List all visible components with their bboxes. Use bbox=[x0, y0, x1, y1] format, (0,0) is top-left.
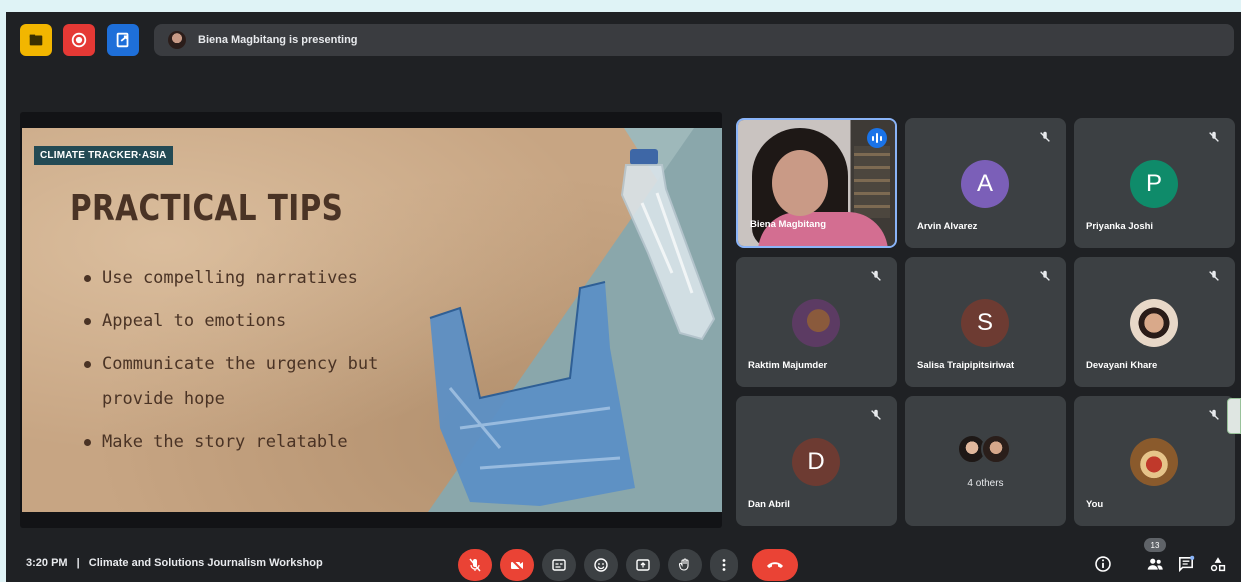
share-screen-icon bbox=[116, 32, 129, 48]
participant-tile-raktim[interactable]: Raktim Majumder bbox=[736, 257, 897, 387]
meeting-info: 3:20 PM | Climate and Solutions Journali… bbox=[26, 557, 323, 569]
activities-tools-button[interactable] bbox=[1206, 552, 1230, 576]
presenter-avatar bbox=[168, 31, 186, 49]
microphone-toggle-button[interactable] bbox=[458, 549, 492, 581]
mic-off-icon bbox=[1040, 270, 1050, 281]
participant-name: Priyanka Joshi bbox=[1086, 221, 1154, 232]
meet-window: Biena Magbitang is presenting CLIMATE TR… bbox=[6, 12, 1241, 582]
hang-up-icon bbox=[767, 562, 783, 568]
slide-tip: Use compelling narratives bbox=[84, 268, 402, 289]
shapes-icon bbox=[1210, 557, 1226, 572]
participant-name: Raktim Majumder bbox=[748, 360, 828, 371]
participant-photo-avatar bbox=[1130, 438, 1178, 486]
mic-off-icon bbox=[1209, 131, 1219, 142]
participant-tile-biena[interactable]: Biena Magbitang bbox=[736, 118, 897, 248]
leave-call-button[interactable] bbox=[752, 549, 798, 581]
participant-tile-devayani[interactable]: Devayani Khare bbox=[1074, 257, 1235, 387]
more-vertical-icon bbox=[722, 559, 726, 571]
participant-tile-priyanka[interactable]: P Priyanka Joshi bbox=[1074, 118, 1235, 248]
hand-icon bbox=[678, 558, 689, 571]
chat-icon bbox=[1179, 555, 1195, 573]
share-button[interactable] bbox=[107, 24, 139, 56]
mic-off-icon bbox=[871, 270, 881, 281]
speaking-indicator-icon bbox=[867, 128, 887, 148]
reactions-button[interactable] bbox=[584, 549, 618, 581]
present-now-button[interactable] bbox=[626, 549, 660, 581]
participant-avatar: P bbox=[1130, 160, 1178, 208]
meeting-details-button[interactable] bbox=[1091, 552, 1115, 576]
info-icon bbox=[1095, 556, 1111, 572]
record-icon bbox=[71, 32, 87, 48]
participant-name: Arvin Alvarez bbox=[917, 221, 978, 232]
slide-tip: Communicate the urgency but bbox=[84, 354, 402, 375]
chat-button[interactable] bbox=[1174, 552, 1198, 576]
slide-tip: Appeal to emotions bbox=[84, 311, 402, 332]
mic-off-icon bbox=[1209, 270, 1219, 281]
slide-tips-list: Use compelling narratives Appeal to emot… bbox=[84, 268, 402, 475]
people-icon bbox=[1147, 558, 1163, 570]
others-avatar-group bbox=[955, 434, 1025, 466]
people-button[interactable] bbox=[1143, 552, 1167, 576]
slide-tip: Make the story relatable bbox=[84, 432, 402, 453]
captions-button[interactable] bbox=[542, 549, 576, 581]
emoji-icon bbox=[594, 558, 608, 572]
slide-title: PRACTICAL TIPS bbox=[70, 188, 344, 229]
presenting-text: Biena Magbitang is presenting bbox=[198, 34, 358, 46]
shared-screen[interactable]: CLIMATE TRACKER·ASIA PRACTICAL TIPS Use … bbox=[20, 112, 722, 528]
present-screen-icon bbox=[636, 559, 650, 571]
mic-off-icon bbox=[1209, 409, 1219, 420]
side-panel-handle[interactable] bbox=[1227, 398, 1241, 434]
participant-avatar: A bbox=[961, 160, 1009, 208]
participant-tile-you[interactable]: You bbox=[1074, 396, 1235, 526]
meeting-time: 3:20 PM bbox=[26, 557, 68, 569]
participant-photo-avatar bbox=[792, 299, 840, 347]
captions-icon bbox=[552, 559, 566, 571]
activities-button[interactable] bbox=[20, 24, 52, 56]
recording-button[interactable] bbox=[63, 24, 95, 56]
others-count-label: 4 others bbox=[967, 478, 1004, 489]
participant-name: You bbox=[1086, 499, 1104, 510]
slide-tip-continued: provide hope bbox=[102, 389, 225, 409]
participant-tile-salisa[interactable]: S Salisa Traipipitsiriwat bbox=[905, 257, 1066, 387]
camera-toggle-button[interactable] bbox=[500, 549, 534, 581]
more-options-button[interactable] bbox=[710, 549, 738, 581]
mic-off-icon bbox=[871, 409, 881, 420]
mic-off-icon bbox=[469, 558, 481, 572]
mic-off-icon bbox=[1040, 131, 1050, 142]
meeting-title: Climate and Solutions Journalism Worksho… bbox=[88, 557, 323, 569]
participant-name: Salisa Traipipitsiriwat bbox=[917, 360, 1015, 371]
presentation-slide: CLIMATE TRACKER·ASIA PRACTICAL TIPS Use … bbox=[22, 128, 722, 512]
participant-photo-avatar bbox=[1130, 299, 1178, 347]
participant-name: Dan Abril bbox=[748, 499, 790, 510]
plastic-bag-image bbox=[429, 281, 635, 506]
raise-hand-button[interactable] bbox=[668, 549, 702, 581]
presenting-banner[interactable]: Biena Magbitang is presenting bbox=[154, 24, 1234, 56]
participant-count-badge: 13 bbox=[1144, 538, 1166, 552]
participant-name: Biena Magbitang bbox=[750, 219, 827, 230]
participant-avatar: D bbox=[792, 438, 840, 486]
folder-icon bbox=[29, 34, 43, 46]
camera-off-icon bbox=[510, 558, 524, 572]
meeting-separator: | bbox=[76, 557, 80, 569]
participant-avatar: S bbox=[961, 299, 1009, 347]
participant-name: Devayani Khare bbox=[1086, 360, 1158, 371]
slide-brand-label: CLIMATE TRACKER·ASIA bbox=[34, 146, 173, 165]
participant-tile-arvin[interactable]: A Arvin Alvarez bbox=[905, 118, 1066, 248]
participant-tile-others[interactable]: 4 others bbox=[905, 396, 1066, 526]
participant-tile-dan[interactable]: D Dan Abril bbox=[736, 396, 897, 526]
